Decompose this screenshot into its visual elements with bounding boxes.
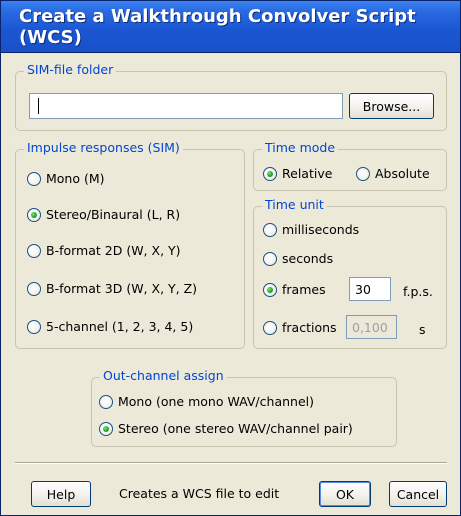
time-mode-absolute-label: Absolute: [375, 166, 430, 181]
radio-mono[interactable]: [27, 171, 41, 186]
radio-bformat-3d[interactable]: [27, 281, 41, 296]
out-channel-group: Out-channel assign: [91, 368, 397, 447]
wcs-dialog: Create a Walkthrough Convolver Script (W…: [0, 0, 461, 516]
radio-frames[interactable]: [263, 282, 277, 297]
out-channel-mono-label: Mono (one mono WAV/channel): [118, 394, 314, 409]
impulse-option-label: 5-channel (1, 2, 3, 4, 5): [46, 319, 194, 334]
time-unit-seconds[interactable]: seconds: [263, 251, 333, 266]
impulse-option-label: Stereo/Binaural (L, R): [46, 207, 181, 222]
radio-seconds[interactable]: [263, 251, 277, 266]
impulse-option-bformat-3d[interactable]: B-format 3D (W, X, Y, Z): [27, 281, 197, 296]
impulse-option-bformat-2d[interactable]: B-format 2D (W, X, Y): [27, 243, 181, 258]
time-unit-frames[interactable]: frames: [263, 282, 326, 297]
help-button[interactable]: Help: [31, 481, 91, 507]
footer-divider: [15, 462, 447, 464]
impulse-option-label: B-format 3D (W, X, Y, Z): [46, 281, 198, 296]
time-mode-relative[interactable]: Relative: [263, 166, 332, 181]
impulse-responses-group-label: Impulse responses (SIM): [24, 140, 183, 155]
fps-unit-label: f.p.s.: [403, 284, 433, 299]
time-unit-fractions[interactable]: fractions: [263, 320, 337, 335]
sim-folder-path-input[interactable]: [29, 93, 343, 119]
frames-per-second-input[interactable]: [349, 277, 391, 301]
out-channel-mono[interactable]: Mono (one mono WAV/channel): [99, 394, 314, 409]
cancel-button[interactable]: Cancel: [389, 481, 447, 507]
sim-folder-group-label: SIM-file folder: [24, 62, 117, 77]
radio-absolute[interactable]: [356, 166, 370, 181]
time-mode-relative-label: Relative: [282, 166, 333, 181]
text-caret: [38, 98, 39, 114]
title-bar[interactable]: Create a Walkthrough Convolver Script (W…: [1, 1, 460, 53]
time-mode-group-label: Time mode: [262, 140, 339, 155]
out-channel-group-label: Out-channel assign: [100, 368, 227, 383]
time-unit-milliseconds-label: milliseconds: [282, 222, 360, 237]
out-channel-stereo[interactable]: Stereo (one stereo WAV/channel pair): [99, 421, 353, 436]
time-mode-absolute[interactable]: Absolute: [356, 166, 430, 181]
time-unit-seconds-label: seconds: [282, 251, 334, 266]
time-unit-group-label: Time unit: [262, 197, 327, 212]
seconds-unit-label: s: [419, 322, 426, 337]
radio-out-mono[interactable]: [99, 394, 113, 409]
browse-button[interactable]: Browse...: [349, 93, 434, 119]
status-text: Creates a WCS file to edit: [119, 486, 280, 501]
time-unit-fractions-label: fractions: [282, 320, 337, 335]
radio-milliseconds[interactable]: [263, 222, 277, 237]
impulse-option-5-channel[interactable]: 5-channel (1, 2, 3, 4, 5): [27, 319, 193, 334]
radio-relative[interactable]: [263, 166, 277, 181]
impulse-option-label: Mono (M): [46, 171, 105, 186]
time-unit-frames-label: frames: [282, 282, 326, 297]
impulse-option-label: B-format 2D (W, X, Y): [46, 243, 181, 258]
impulse-option-stereo[interactable]: Stereo/Binaural (L, R): [27, 207, 180, 222]
fractions-input[interactable]: [346, 315, 397, 339]
out-channel-stereo-label: Stereo (one stereo WAV/channel pair): [118, 421, 353, 436]
impulse-option-mono[interactable]: Mono (M): [27, 171, 105, 186]
radio-stereo[interactable]: [27, 207, 41, 222]
radio-out-stereo[interactable]: [99, 421, 113, 436]
radio-5-channel[interactable]: [27, 319, 41, 334]
radio-fractions[interactable]: [263, 320, 277, 335]
window-title: Create a Walkthrough Convolver Script (W…: [19, 5, 416, 48]
time-unit-milliseconds[interactable]: milliseconds: [263, 222, 359, 237]
radio-bformat-2d[interactable]: [27, 243, 41, 258]
ok-button[interactable]: OK: [319, 481, 371, 507]
